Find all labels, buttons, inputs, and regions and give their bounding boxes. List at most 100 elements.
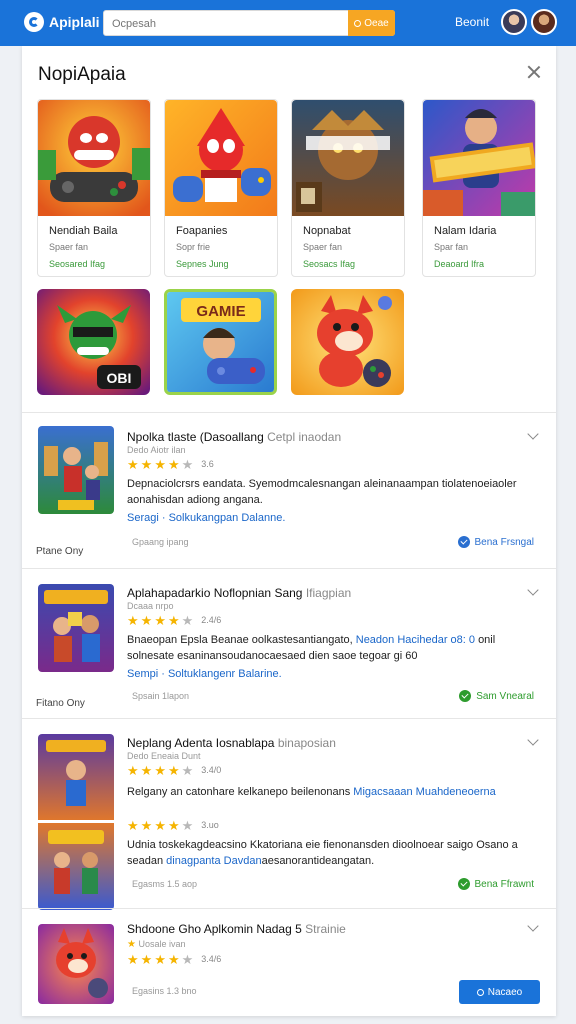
list-item-description: Bnaeopan Epsla Beanae oolkastesantiangat… — [127, 634, 496, 662]
game-card-title: Nendiah Baila — [49, 225, 118, 237]
avatar-secondary[interactable] — [531, 9, 557, 35]
avatar[interactable] — [501, 9, 527, 35]
star-icon: ★ — [167, 951, 180, 967]
star-icon: ★ — [127, 456, 139, 472]
game-tile-label: OBI — [107, 370, 132, 386]
search-icon — [476, 988, 484, 996]
game-card[interactable]: Nalam Idaria Spar fan Deaoard Ifra — [422, 99, 536, 277]
game-card-subtitle: Spaer fan — [303, 242, 343, 252]
star-icon: ★ — [167, 456, 180, 472]
rating-value: 3.6 — [201, 459, 214, 469]
list-item-note: Ptane Ony — [36, 546, 84, 557]
list-item[interactable]: Npolka tlaste (Dasoallang Cetpl inaodan … — [22, 412, 556, 568]
primary-action-button[interactable]: Nacaeo — [459, 980, 540, 1004]
list-item-meta: Egasins 1.3 bno — [132, 986, 197, 996]
search-icon — [354, 19, 362, 27]
list-item-title: Neplang Adenta Iosnablapa binaposian — [127, 736, 336, 750]
star-rating: ★ ★ ★ ★ ★ 3.4/6 — [127, 952, 221, 966]
star-empty-icon: ★ — [181, 612, 194, 628]
list-item-subtitle: ★ Uosale ivan — [127, 939, 186, 950]
list-item[interactable]: Aplahapadarkio Noflopnian Sang Ifiagpian… — [22, 568, 556, 718]
star-rating: ★ ★ ★ ★ ★ 2.4/6 — [127, 613, 221, 627]
rating-value: 2.4/6 — [201, 615, 222, 625]
star-icon: ★ — [154, 951, 166, 967]
chevron-down-icon[interactable] — [527, 584, 539, 596]
status-action[interactable]: Bena Ffrawnt — [457, 878, 534, 890]
game-card[interactable]: Foapanies Sopr frie Sepnes Jung — [164, 99, 278, 277]
star-rating: ★ ★ ★ ★ ★ 3.4/0 — [127, 763, 221, 777]
star-empty-icon: ★ — [181, 456, 194, 472]
game-tile[interactable] — [291, 289, 404, 395]
game-card-art — [165, 100, 277, 216]
star-empty-icon: ★ — [181, 762, 194, 778]
game-card-status: Seosared Ifag — [49, 259, 106, 269]
game-card-status: Sepnes Jung — [176, 259, 229, 269]
star-empty-icon: ★ — [181, 951, 194, 967]
game-tile-label: GAMIE — [196, 303, 245, 320]
rating-value: 3.uo — [201, 820, 219, 830]
game-card-title: Foapanies — [176, 225, 228, 237]
check-circle-icon — [457, 536, 470, 548]
list-item-title: Aplahapadarkio Noflopnian Sang Ifiagpian — [127, 586, 352, 600]
list-item-subtitle: Dcaaa nrpo — [127, 601, 174, 611]
app-panel: NopiApaia Nendiah Baila Spaer fan Seosar… — [22, 46, 556, 1016]
status-action[interactable]: Sam Vnearal — [459, 690, 534, 702]
status-label: Bena Ffrawnt — [474, 878, 534, 890]
game-card-art — [423, 100, 535, 216]
search-input[interactable] — [112, 15, 348, 33]
logo-text: Apiplali — [49, 14, 100, 30]
list-item-meta: Gpaang ipang — [132, 537, 189, 547]
game-tile[interactable]: GAMIE — [164, 289, 277, 395]
status-action[interactable]: Bena Frsngal — [457, 536, 534, 548]
list-item-link[interactable]: Sempi · Soltuklangenr Balarine. — [127, 668, 282, 680]
search-box: Oeae — [103, 10, 395, 36]
list-item[interactable]: Neplang Adenta Iosnablapa binaposian Ded… — [22, 718, 556, 910]
check-circle-icon — [459, 690, 472, 702]
top-bar: Apiplali Oeae Beonit — [0, 0, 576, 46]
list-item-link[interactable]: Seragi · Solkukangpan Dalanne. — [127, 512, 285, 524]
app-thumbnail — [38, 924, 114, 1004]
game-card-art — [292, 100, 404, 216]
chevron-down-icon[interactable] — [527, 734, 539, 746]
star-icon: ★ — [167, 612, 180, 628]
chevron-down-icon[interactable] — [527, 428, 539, 440]
close-icon[interactable] — [526, 64, 542, 80]
game-tile[interactable]: OBI — [37, 289, 150, 395]
game-card[interactable]: Nendiah Baila Spaer fan Seosared Ifag — [37, 99, 151, 277]
list-item-description: Depnaciolcrsrs eandata. Syemodmcalesnang… — [127, 478, 517, 506]
app-logo[interactable]: Apiplali — [24, 12, 100, 32]
list-item-note: Fitano Ony — [36, 698, 85, 709]
game-card-title: Nalam Idaria — [434, 225, 497, 237]
list-item-title: Npolka tlaste (Dasoallang Cetpl inaodan — [127, 430, 342, 444]
game-card-status: Deaoard Ifra — [434, 259, 485, 269]
star-icon: ★ — [127, 939, 136, 950]
list-item-description: Udnia toskekagdeacsino Kkatoriana eie fi… — [127, 839, 518, 867]
star-icon: ★ — [167, 817, 180, 833]
rating-value: 3.4/6 — [201, 954, 222, 964]
star-empty-icon: ★ — [181, 817, 194, 833]
game-card-subtitle: Spar fan — [434, 242, 469, 252]
list-item-subtitle: Dedo Aiotr ilan — [127, 445, 186, 455]
star-icon: ★ — [140, 817, 153, 833]
star-icon: ★ — [127, 951, 139, 967]
star-icon: ★ — [127, 817, 139, 833]
rating-value: 3.4/0 — [201, 765, 222, 775]
app-thumbnail — [38, 584, 114, 672]
star-icon: ★ — [154, 817, 166, 833]
game-card-status: Seosacs Ifag — [303, 259, 356, 269]
list-item-description: Relgany an catonhare kelkanepo beilenona… — [127, 786, 496, 798]
user-name[interactable]: Beonit — [455, 15, 489, 29]
search-button[interactable]: Oeae — [348, 10, 395, 36]
logo-icon — [24, 12, 44, 32]
check-circle-icon — [457, 878, 470, 890]
chevron-down-icon[interactable] — [527, 920, 539, 932]
star-icon: ★ — [167, 762, 180, 778]
star-icon: ★ — [154, 456, 166, 472]
list-item-title: Shdoone Gho Aplkomin Nadag 5 Strainie — [127, 922, 346, 936]
game-card-subtitle: Spaer fan — [49, 242, 89, 252]
game-card[interactable]: Nopnabat Spaer fan Seosacs Ifag — [291, 99, 405, 277]
game-card-title: Nopnabat — [303, 225, 351, 237]
list-item-meta: Spsain 1lapon — [132, 691, 190, 701]
app-thumbnail — [38, 734, 114, 910]
star-icon: ★ — [127, 612, 139, 628]
